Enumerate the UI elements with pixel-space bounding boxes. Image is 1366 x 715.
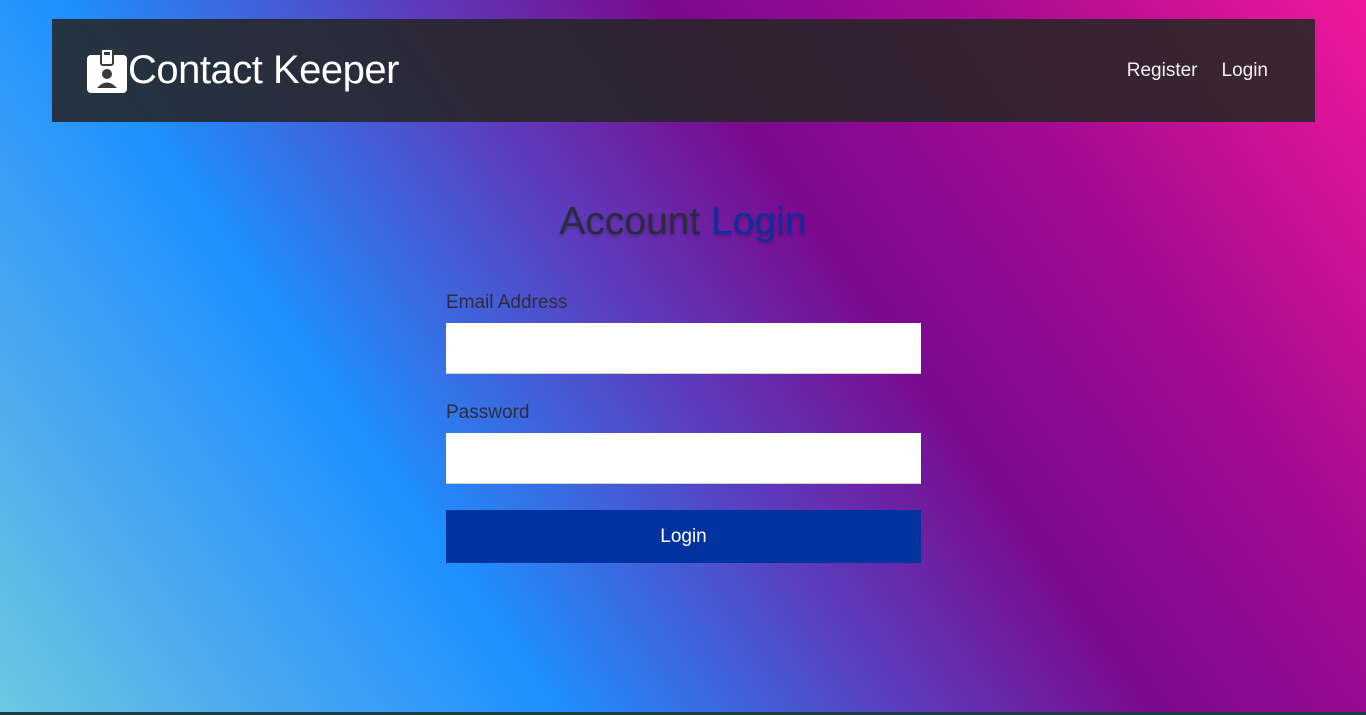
email-field[interactable]: [446, 323, 921, 374]
page-title: Account Login: [0, 200, 1366, 244]
email-group: Email Address: [446, 292, 921, 374]
nav-links: Register Login: [1127, 60, 1268, 82]
brand-title: Contact Keeper: [128, 48, 399, 92]
id-badge-icon: [87, 47, 127, 93]
login-form: Email Address Password Login: [446, 292, 921, 563]
password-field[interactable]: [446, 433, 921, 484]
nav-register-link[interactable]: Register: [1127, 60, 1198, 82]
page-title-part1: Account: [559, 200, 701, 243]
nav-login-link[interactable]: Login: [1222, 60, 1269, 82]
page-title-part2: Login: [711, 200, 807, 243]
brand[interactable]: Contact Keeper: [87, 47, 399, 93]
login-button[interactable]: Login: [446, 510, 921, 563]
navbar: Contact Keeper Register Login: [52, 19, 1315, 122]
password-label: Password: [446, 402, 530, 423]
email-label: Email Address: [446, 292, 568, 313]
password-group: Password: [446, 402, 921, 484]
